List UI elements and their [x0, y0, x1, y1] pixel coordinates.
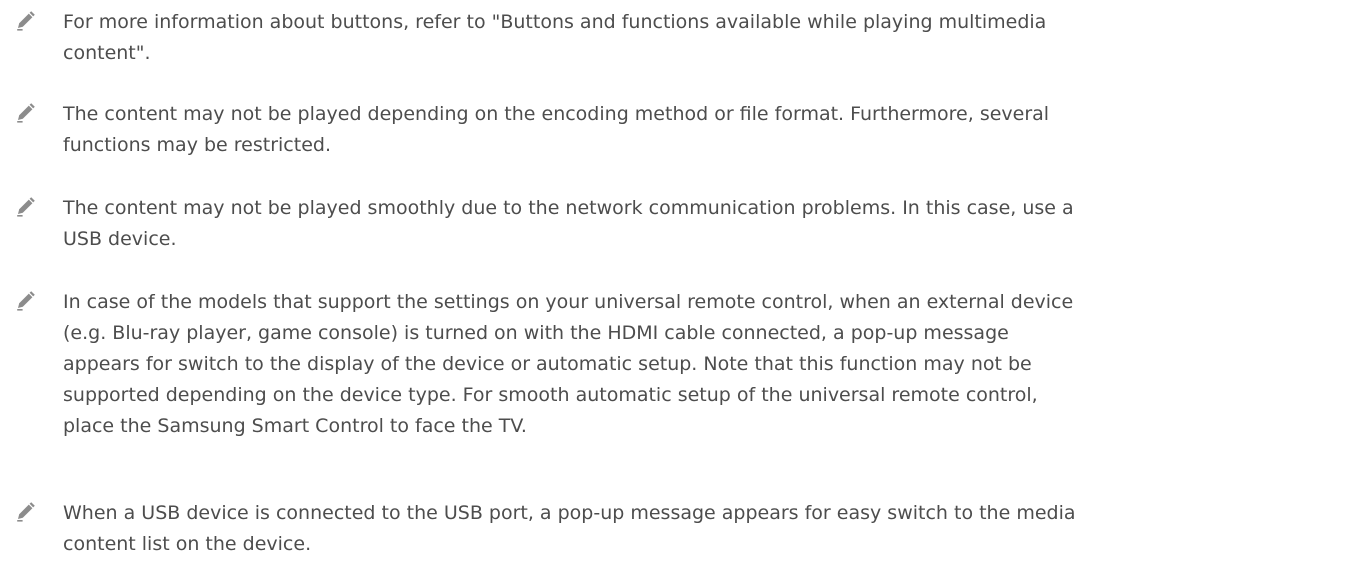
pencil-icon — [14, 501, 36, 523]
note-text: When a USB device is connected to the US… — [63, 502, 1076, 555]
note-text: The content may not be played smoothly d… — [63, 197, 1074, 250]
pencil-icon — [14, 290, 36, 312]
note-text: In case of the models that support the s… — [63, 291, 1074, 437]
pencil-icon — [14, 102, 36, 124]
note-text: The content may not be played depending … — [63, 103, 1050, 156]
pencil-icon — [14, 196, 36, 218]
pencil-icon — [14, 10, 36, 32]
note-text: For more information about buttons, refe… — [63, 11, 1047, 64]
